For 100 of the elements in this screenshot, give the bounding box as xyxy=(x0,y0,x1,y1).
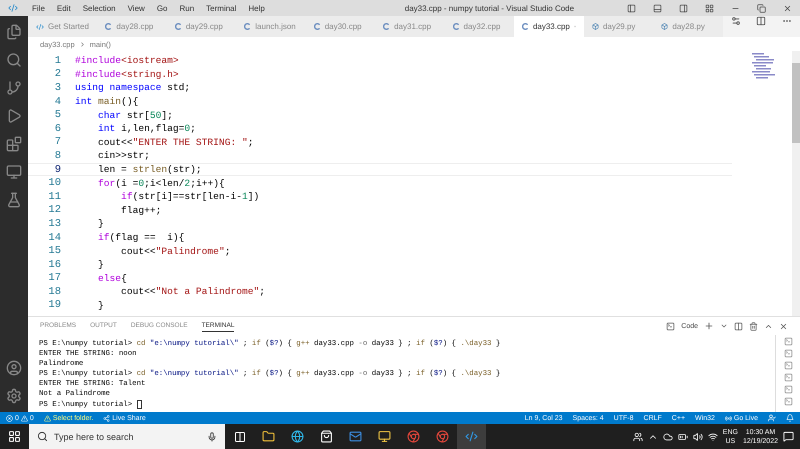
c-file-icon xyxy=(383,23,390,30)
search-icon[interactable] xyxy=(6,52,22,68)
feedback-icon[interactable] xyxy=(768,414,776,422)
line-number: 8 xyxy=(54,150,62,162)
notifications-icon[interactable] xyxy=(783,431,794,442)
line-number: 7 xyxy=(54,136,62,148)
line-number: 4 xyxy=(54,96,62,108)
dropdown-icon[interactable] xyxy=(720,322,728,330)
cube-icon xyxy=(661,23,668,30)
line-number: 12 xyxy=(47,204,62,216)
menu-item[interactable]: Run xyxy=(173,4,200,12)
close-icon[interactable] xyxy=(779,322,788,330)
menu-item[interactable]: Selection xyxy=(76,4,122,12)
code-line: 14 if(flag == i){ xyxy=(28,230,732,244)
code-line: 3 using namespace std; xyxy=(28,81,732,95)
files-icon[interactable] xyxy=(6,24,22,40)
share-icon xyxy=(103,414,110,422)
volume-icon[interactable] xyxy=(692,432,703,442)
run-debug-icon[interactable] xyxy=(6,108,22,124)
code-line: 1 #include<iostream> xyxy=(28,54,732,68)
terminal-instance-icon[interactable] xyxy=(784,349,792,358)
editor-tab[interactable]: day31.cpp xyxy=(375,16,445,37)
line-number: 3 xyxy=(54,82,62,94)
testing-icon[interactable] xyxy=(6,192,22,208)
code-line: 15 cout<<"Palindrome"; xyxy=(28,244,732,258)
terminal-instance-icon[interactable] xyxy=(784,385,792,394)
line-number: 15 xyxy=(47,245,62,258)
extensions-icon[interactable] xyxy=(6,136,22,152)
terminal-icon xyxy=(666,322,676,330)
code-line: 17 else{ xyxy=(28,272,732,286)
menu-item[interactable]: Go xyxy=(150,4,174,12)
remote-explorer-icon[interactable] xyxy=(6,164,22,180)
error-icon xyxy=(6,414,13,422)
editor-tab[interactable]: day28.cpp xyxy=(97,16,167,37)
line-number: 9 xyxy=(54,164,62,176)
people-icon[interactable] xyxy=(632,432,643,442)
c-file-icon xyxy=(452,23,460,30)
terminal-instance-icon[interactable] xyxy=(784,361,792,370)
warning-icon xyxy=(44,414,51,422)
search-icon xyxy=(37,431,48,442)
code-line: 19 } xyxy=(28,298,732,312)
microphone-icon[interactable] xyxy=(207,432,217,442)
code-line: 7 cout<<"ENTER THE STRING: "; xyxy=(28,136,732,150)
editor-tab[interactable]: Get Started xyxy=(28,16,98,37)
cube-icon xyxy=(592,23,599,30)
line-number: 19 xyxy=(47,299,62,312)
editor-tab[interactable]: launch.json xyxy=(236,16,306,37)
menu-item[interactable]: Help xyxy=(242,4,271,12)
vscode-icon[interactable] xyxy=(457,424,486,449)
menu-item[interactable]: View xyxy=(122,4,151,12)
code-line: 12 flag++; xyxy=(28,204,732,218)
source-control-icon[interactable] xyxy=(6,80,22,96)
chevron-right-icon xyxy=(78,40,86,48)
editor-tab[interactable]: day33.cpp xyxy=(514,16,584,37)
battery-icon[interactable] xyxy=(678,432,688,442)
line-number: 17 xyxy=(47,272,62,284)
code-line: 5 char str[50]; xyxy=(28,108,732,122)
menu-item[interactable]: Edit xyxy=(50,4,77,12)
c-file-icon xyxy=(174,23,182,30)
editor-tab[interactable]: day28.py xyxy=(653,16,723,37)
new-terminal-icon[interactable] xyxy=(704,321,714,331)
settings-icon[interactable] xyxy=(6,388,22,404)
wifi-icon[interactable] xyxy=(708,432,718,442)
menu-item[interactable]: File xyxy=(26,4,51,12)
line-number: 5 xyxy=(54,109,62,122)
editor-tab[interactable]: day29.py xyxy=(584,16,654,37)
editor-tab[interactable]: day32.cpp xyxy=(444,16,514,37)
code-line: 2 #include<string.h> xyxy=(28,68,732,82)
broadcast-icon xyxy=(724,414,732,422)
line-number: 14 xyxy=(47,232,62,244)
terminal-instance-icon[interactable] xyxy=(784,397,792,406)
line-number: 16 xyxy=(47,258,62,271)
line-number: 18 xyxy=(47,286,62,298)
code-line: 13 } xyxy=(28,217,732,231)
line-number: 11 xyxy=(47,190,62,203)
code-line: 4 int main(){ xyxy=(28,94,732,108)
terminal-instance-icon[interactable] xyxy=(784,373,792,382)
code-line: 9 len = strlen(str); xyxy=(28,162,732,176)
menu-item[interactable]: Terminal xyxy=(200,4,242,12)
c-file-icon xyxy=(314,23,321,30)
terminal-instance-icon[interactable] xyxy=(784,337,792,346)
editor-tab[interactable]: day30.cpp xyxy=(306,16,376,37)
c-file-icon xyxy=(522,23,529,30)
c-file-icon xyxy=(244,23,252,30)
code-line: 10 for(i =0;i<len/2;i++){ xyxy=(28,176,732,190)
taskbar-search-field[interactable]: Type here to search xyxy=(29,424,225,449)
account-icon[interactable] xyxy=(6,360,22,376)
line-number: 10 xyxy=(47,177,62,190)
warning-icon xyxy=(20,414,28,422)
editor-tab[interactable]: day29.cpp xyxy=(166,16,236,37)
cloud-icon[interactable] xyxy=(662,432,673,442)
c-file-icon xyxy=(105,23,112,30)
code-line: 11 if(str[i]==str[len-i-1]) xyxy=(28,190,732,204)
window-title: day33.cpp - numpy tutorial - Visual Studio Code xyxy=(404,4,576,12)
code-line: 18 cout<<"Not a Palindrome"; xyxy=(28,285,732,299)
code-line: 6 int i,len,flag=0; xyxy=(28,122,732,136)
code-line: 16 } xyxy=(28,258,732,272)
line-number: 13 xyxy=(47,218,62,230)
split-terminal-icon[interactable] xyxy=(734,322,743,330)
trash-icon[interactable] xyxy=(749,322,758,330)
